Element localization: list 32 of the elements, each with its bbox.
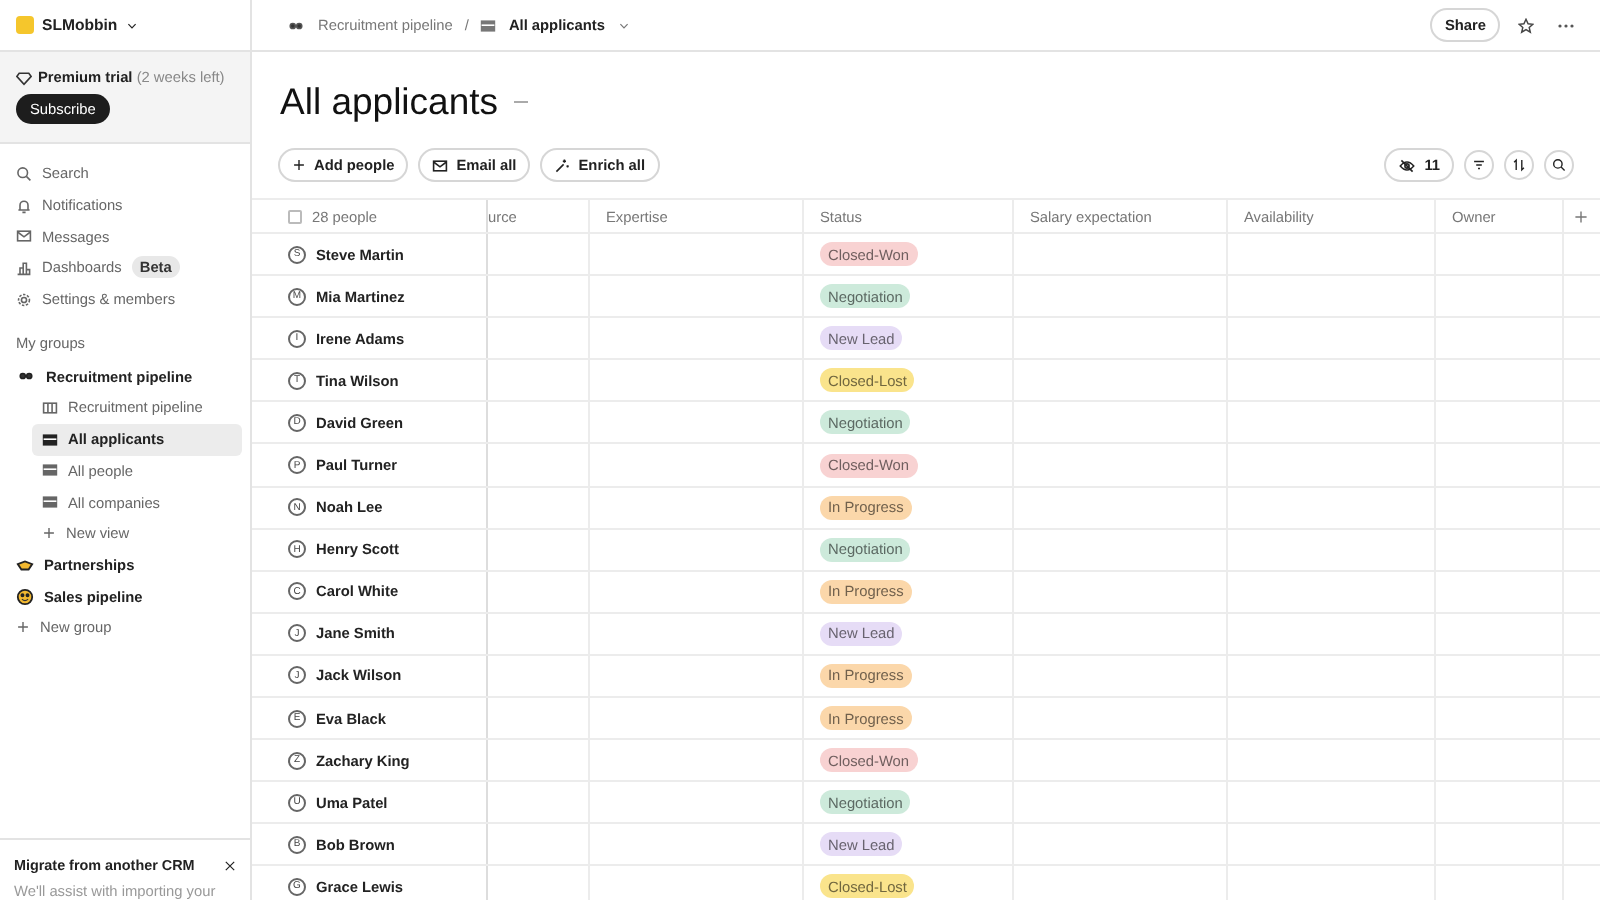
bar-chart-icon (16, 259, 32, 276)
table-icon (42, 462, 58, 479)
select-all-checkbox[interactable] (288, 209, 302, 223)
filter-icon (1472, 158, 1486, 172)
magic-wand-icon (554, 157, 571, 173)
smiley-icon (16, 587, 34, 606)
table-icon (42, 494, 58, 511)
gear-icon (16, 291, 32, 308)
plus-icon (292, 158, 306, 172)
bell-icon (16, 197, 32, 214)
envelope-icon (432, 157, 449, 173)
add-column-icon[interactable] (1574, 209, 1588, 223)
eye-off-icon (1398, 157, 1417, 173)
eyes-icon (286, 17, 306, 33)
chevron-down-icon (125, 19, 138, 31)
search-icon (1552, 158, 1566, 172)
search-button[interactable] (1544, 150, 1574, 180)
chevron-down-icon (617, 19, 629, 31)
page-title: All applicants (280, 80, 499, 124)
table-icon (480, 17, 497, 33)
sort-icon (1512, 158, 1526, 172)
eyes-icon (16, 368, 36, 385)
board-icon (42, 399, 58, 416)
sort-button[interactable] (1504, 150, 1534, 180)
search-icon (16, 165, 32, 182)
plus-icon (16, 620, 30, 635)
table-icon (42, 431, 58, 448)
diamond-icon (16, 69, 32, 85)
envelope-icon (16, 228, 32, 245)
close-icon[interactable] (224, 859, 236, 871)
filter-button[interactable] (1464, 150, 1494, 180)
plus-icon (42, 526, 56, 541)
